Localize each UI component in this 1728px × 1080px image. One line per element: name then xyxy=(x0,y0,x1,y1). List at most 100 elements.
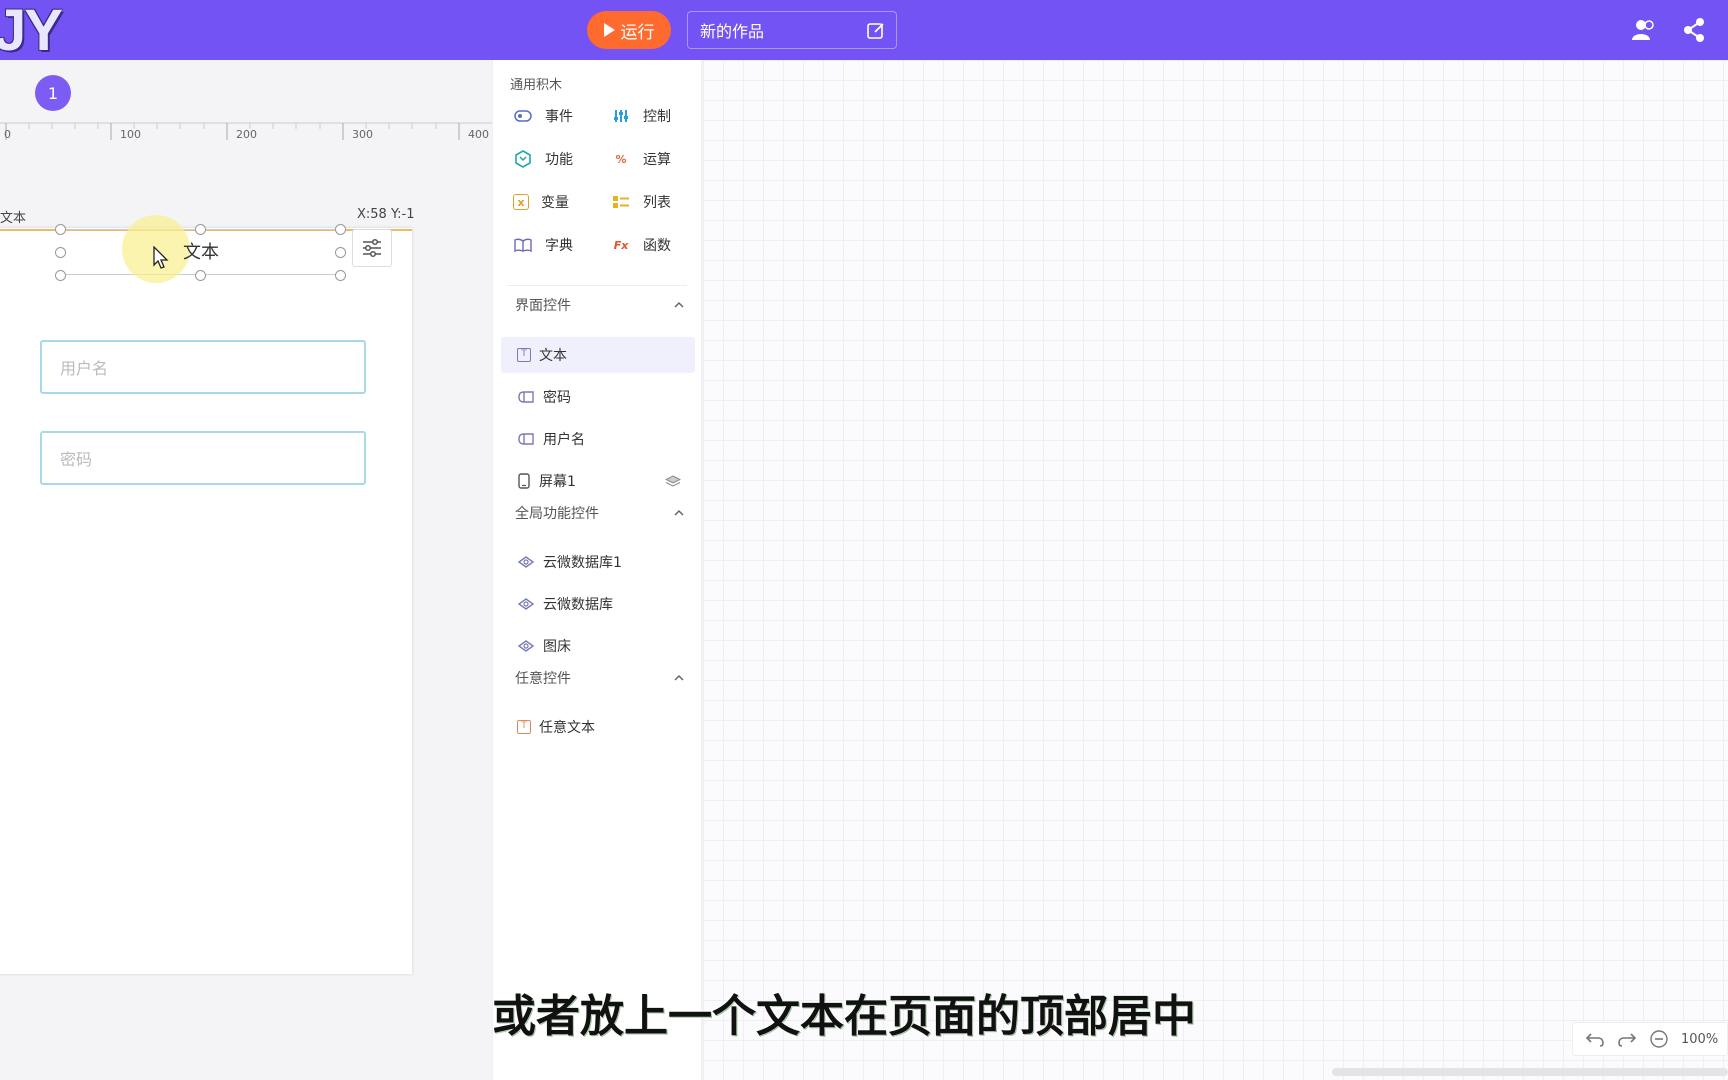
block-category-function[interactable]: 功能 xyxy=(513,149,573,169)
palette-divider xyxy=(507,285,687,286)
workspace-toolbar: 100% xyxy=(1572,1022,1728,1056)
block-category-dictionary[interactable]: 字典 xyxy=(513,235,573,255)
book-icon xyxy=(513,235,533,255)
username-placeholder: 用户名 xyxy=(60,359,109,378)
toggle-icon xyxy=(513,106,533,126)
ctrl-item-password-label: 密码 xyxy=(543,390,571,406)
resize-handle-tc[interactable] xyxy=(195,224,206,235)
sliders-icon xyxy=(611,106,631,126)
chevron-up-icon xyxy=(673,505,685,521)
share-icon[interactable] xyxy=(1682,17,1706,43)
phone-icon xyxy=(518,473,530,489)
block-category-control[interactable]: 控制 xyxy=(611,106,671,126)
block-category-variables[interactable]: x 变量 xyxy=(513,192,569,212)
ctrl-item-cloud-db1[interactable]: 云微数据库1 xyxy=(501,544,695,580)
ruler-label-400: 400 xyxy=(468,128,489,141)
app-logo: JY xyxy=(0,0,63,63)
ruler-label-0: 0 xyxy=(4,128,11,141)
hexagon-icon xyxy=(513,149,533,169)
redo-icon[interactable] xyxy=(1617,1030,1637,1048)
cloud-database-icon xyxy=(517,598,535,610)
username-input[interactable]: 用户名 xyxy=(40,340,366,394)
ruler-label-300: 300 xyxy=(352,128,373,141)
block-label-control: 控制 xyxy=(643,109,671,125)
screen-tab-1[interactable]: 1 xyxy=(35,75,71,111)
block-label-lists: 列表 xyxy=(643,195,671,211)
block-label-operators: 运算 xyxy=(643,152,671,168)
ctrl-item-image-host[interactable]: 图床 xyxy=(501,628,695,664)
edit-icon[interactable] xyxy=(866,21,886,41)
block-palette: 通用积木 事件 控制 功能 % 运算 x 变量 列表 字典 Fx 函数 界面控件… xyxy=(492,60,702,1080)
section-ui-controls[interactable]: 界面控件 xyxy=(515,295,685,315)
zoom-out-icon[interactable] xyxy=(1649,1029,1669,1049)
resize-handle-mr[interactable] xyxy=(335,247,346,258)
project-name-text: 新的作品 xyxy=(700,22,765,41)
video-subtitle: 或者放上一个文本在页面的顶部居中 xyxy=(492,991,1196,1042)
cloud-database-icon xyxy=(517,640,535,652)
selected-component-label: 文本 xyxy=(0,211,27,226)
ctrl-item-username[interactable]: 用户名 xyxy=(501,421,695,457)
password-input[interactable]: 密码 xyxy=(40,431,366,485)
horizontal-scrollbar[interactable] xyxy=(1332,1068,1728,1076)
section-ui-controls-title: 界面控件 xyxy=(515,298,571,314)
ctrl-item-screen1[interactable]: 屏幕1 xyxy=(501,463,695,499)
play-icon xyxy=(603,23,615,37)
block-category-procedures[interactable]: Fx 函数 xyxy=(611,235,671,255)
run-button-label: 运行 xyxy=(620,22,655,43)
collaborators-icon[interactable] xyxy=(1630,17,1656,43)
undo-icon[interactable] xyxy=(1585,1030,1605,1048)
block-label-variables: 变量 xyxy=(541,195,569,211)
resize-handle-tl[interactable] xyxy=(55,224,66,235)
properties-button[interactable] xyxy=(352,229,392,267)
chevron-up-icon xyxy=(673,297,685,313)
ctrl-item-cloud-db-label: 云微数据库 xyxy=(543,597,613,613)
ctrl-item-any-text[interactable]: T 任意文本 xyxy=(501,709,695,745)
block-label-dictionary: 字典 xyxy=(545,238,573,254)
block-category-lists[interactable]: 列表 xyxy=(611,192,671,212)
percent-icon: % xyxy=(615,152,627,166)
resize-handle-br[interactable] xyxy=(335,270,346,281)
project-name-field[interactable]: 新的作品 xyxy=(687,11,897,49)
section-any-controls-title: 任意控件 xyxy=(515,671,571,687)
text-component[interactable]: 文本 xyxy=(183,238,219,264)
input-field-icon xyxy=(518,391,534,403)
ctrl-item-cloud-db1-label: 云微数据库1 xyxy=(543,555,622,571)
cloud-database-icon xyxy=(517,556,535,568)
section-global-controls-title: 全局功能控件 xyxy=(515,506,599,522)
mouse-cursor-icon xyxy=(153,246,169,269)
ctrl-item-password[interactable]: 密码 xyxy=(501,379,695,415)
layers-icon[interactable] xyxy=(665,474,681,488)
resize-handle-ml[interactable] xyxy=(55,247,66,258)
ctrl-item-image-host-label: 图床 xyxy=(543,639,571,655)
password-placeholder: 密码 xyxy=(60,450,93,469)
coordinate-readout: X:58 Y:-1 xyxy=(357,207,415,222)
block-label-procedures: 函数 xyxy=(643,238,671,254)
block-category-operators[interactable]: % 运算 xyxy=(611,149,671,169)
list-icon xyxy=(611,192,631,212)
text-icon: T xyxy=(517,348,531,362)
block-label-function: 功能 xyxy=(545,152,573,168)
sliders-settings-icon xyxy=(363,238,381,258)
ctrl-item-any-text-label: 任意文本 xyxy=(539,720,595,736)
ruler-label-200: 200 xyxy=(236,128,257,141)
resize-handle-tr[interactable] xyxy=(335,224,346,235)
top-bar: JY 运行 新的作品 xyxy=(0,0,1728,60)
fx-icon: Fx xyxy=(613,238,629,252)
variable-icon: x xyxy=(513,194,529,210)
block-category-events[interactable]: 事件 xyxy=(513,106,573,126)
section-any-controls[interactable]: 任意控件 xyxy=(515,668,685,688)
ctrl-item-text[interactable]: T 文本 xyxy=(501,337,695,373)
input-field-icon xyxy=(518,433,534,445)
resize-handle-bc[interactable] xyxy=(195,270,206,281)
text-icon: T xyxy=(517,720,531,734)
chevron-up-icon xyxy=(673,670,685,686)
ctrl-item-screen1-label: 屏幕1 xyxy=(539,474,576,490)
general-blocks-title: 通用积木 xyxy=(510,78,563,93)
ctrl-item-cloud-db[interactable]: 云微数据库 xyxy=(501,586,695,622)
ruler-label-100: 100 xyxy=(120,128,141,141)
section-global-controls[interactable]: 全局功能控件 xyxy=(515,503,685,523)
run-button[interactable]: 运行 xyxy=(587,11,671,49)
blocks-workspace[interactable] xyxy=(703,60,1728,1080)
resize-handle-bl[interactable] xyxy=(55,270,66,281)
block-label-events: 事件 xyxy=(545,109,573,125)
